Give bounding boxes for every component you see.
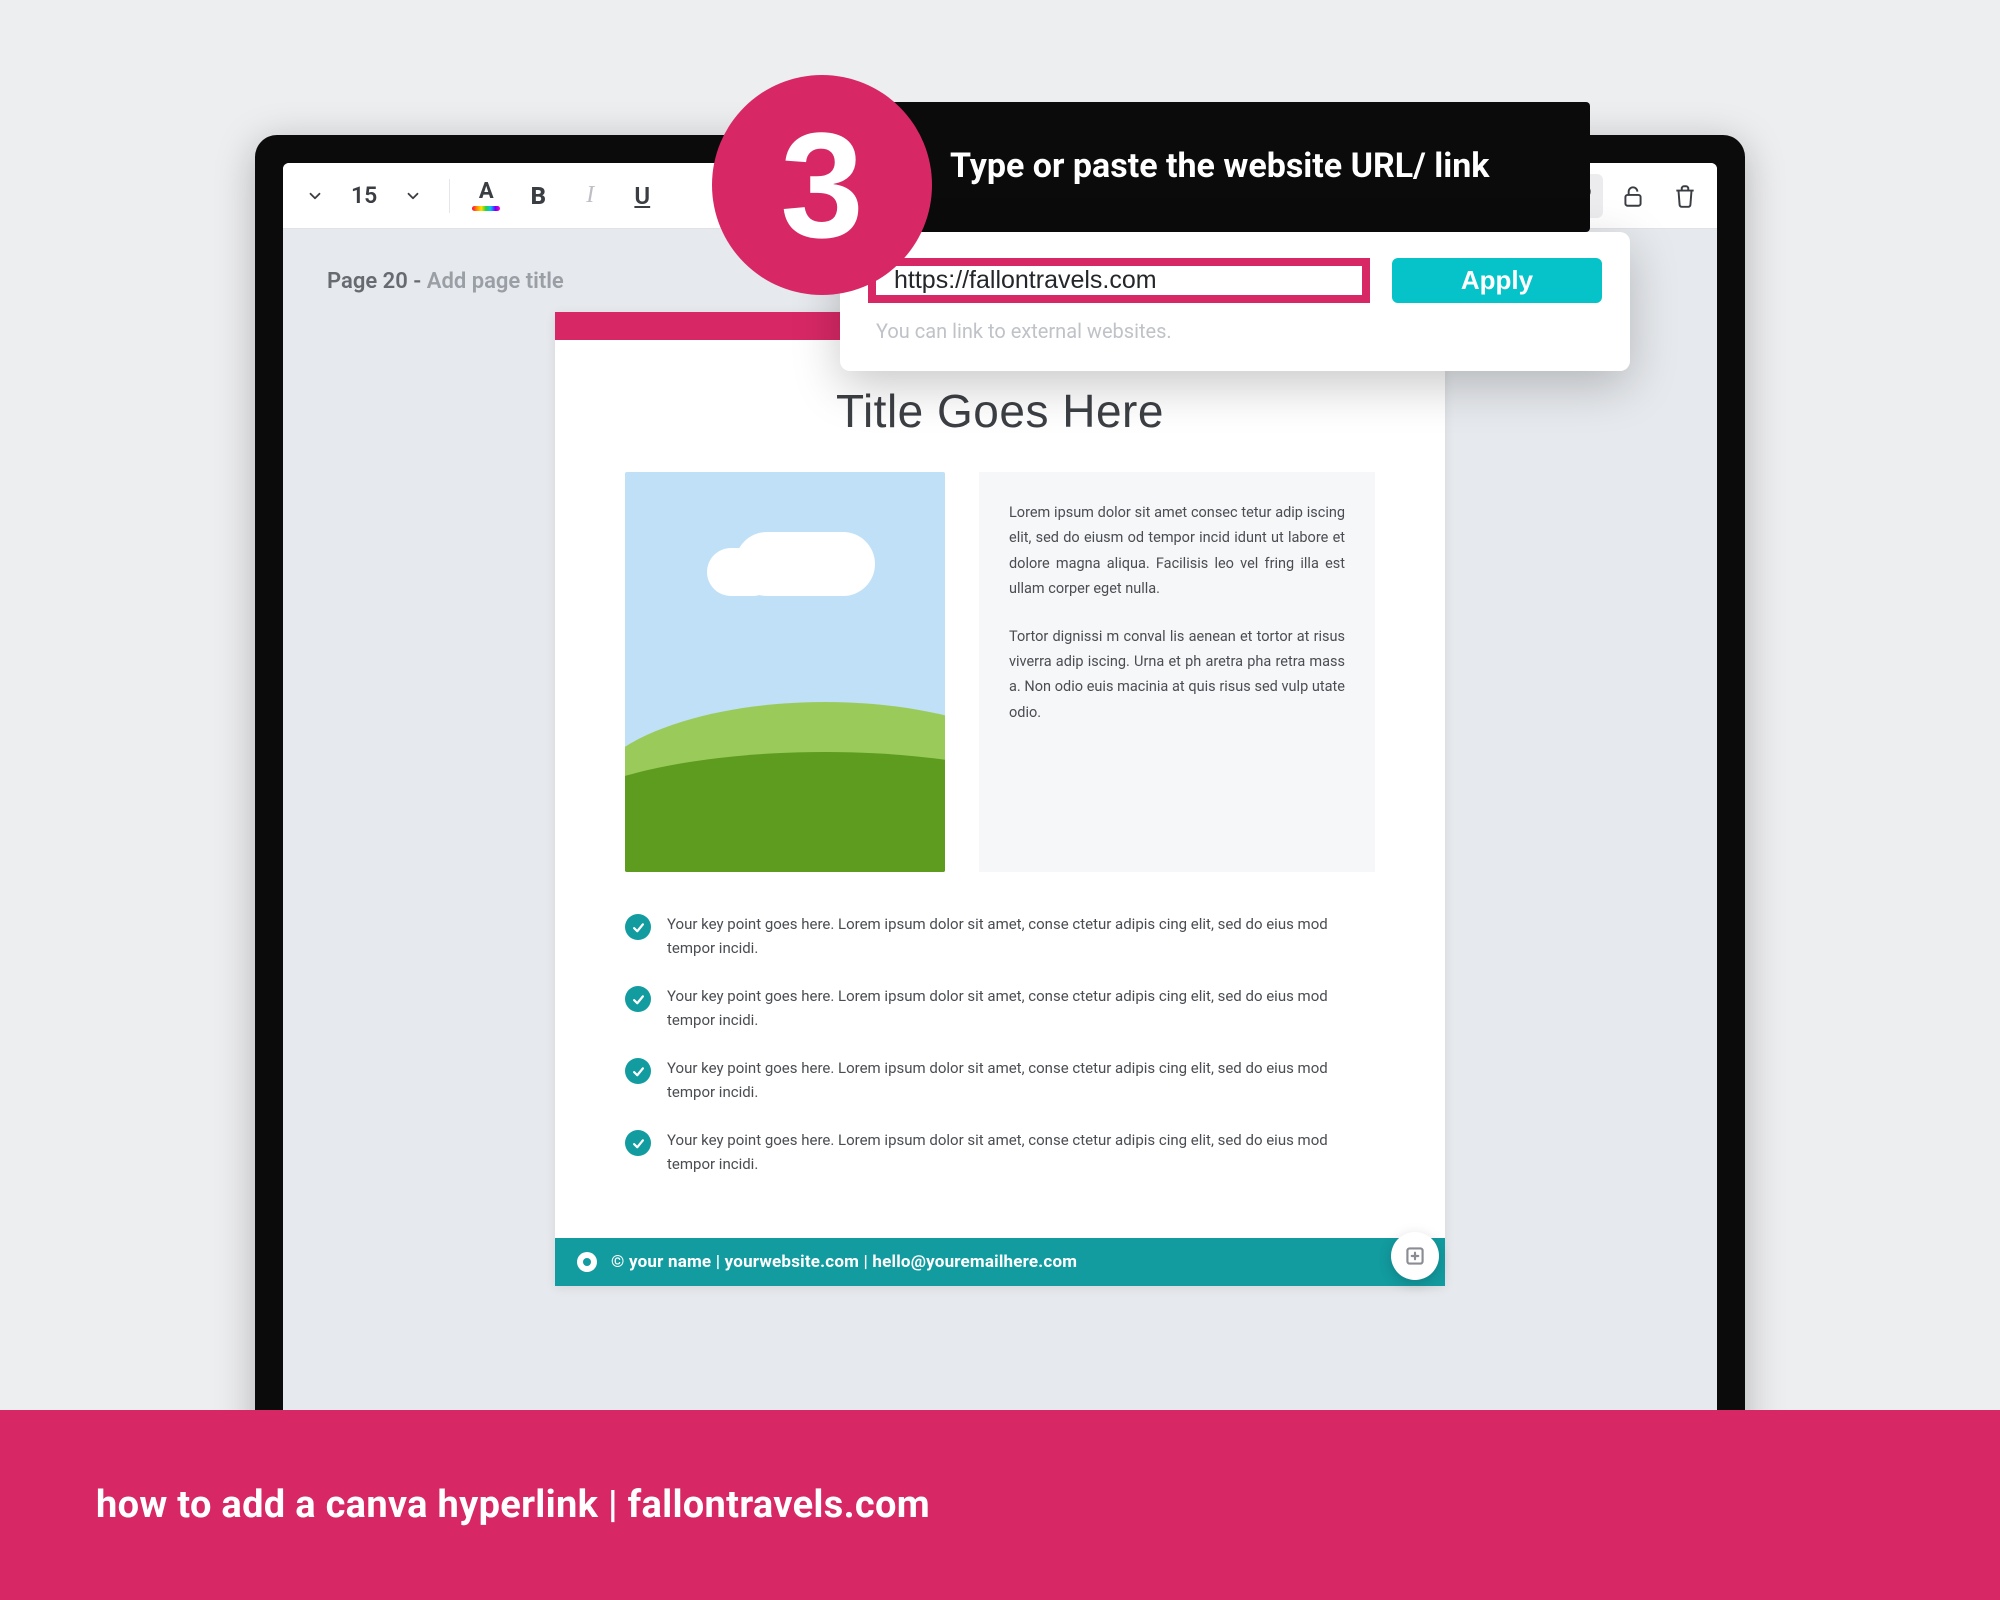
page-area: Page 20 - Add page title Title Goes Here…	[283, 229, 1717, 1286]
page-number: Page 20 -	[327, 269, 427, 294]
step-number-badge: 3	[712, 75, 932, 295]
list-item[interactable]: Your key point goes here. Lorem ipsum do…	[625, 984, 1375, 1032]
check-icon	[625, 914, 651, 940]
body-text-block[interactable]: Lorem ipsum dolor sit amet consec tetur …	[979, 472, 1375, 872]
pin-icon	[577, 1252, 597, 1272]
step-instruction-banner: Type or paste the website URL/ link	[820, 102, 1590, 232]
lock-icon[interactable]	[1611, 174, 1655, 218]
link-hint-text: You can link to external websites.	[876, 319, 1600, 343]
font-dropdown[interactable]	[293, 174, 337, 218]
text-color-button[interactable]: A	[464, 174, 508, 218]
hill-shape	[625, 752, 945, 872]
link-input-highlight	[868, 258, 1370, 303]
list-item[interactable]: Your key point goes here. Lorem ipsum do…	[625, 1056, 1375, 1104]
list-item[interactable]: Your key point goes here. Lorem ipsum do…	[625, 912, 1375, 960]
check-icon	[625, 986, 651, 1012]
step-number: 3	[780, 110, 863, 260]
bullet-text: Your key point goes here. Lorem ipsum do…	[667, 1056, 1375, 1104]
bullet-text: Your key point goes here. Lorem ipsum do…	[667, 912, 1375, 960]
separator	[449, 179, 450, 213]
link-url-input[interactable]	[894, 266, 1344, 295]
text-color-letter: A	[479, 181, 494, 203]
rainbow-swatch	[472, 206, 500, 211]
banner-text: how to add a canva hyperlink | fallontra…	[96, 1483, 930, 1527]
document-canvas[interactable]: Title Goes Here Lorem ipsum dolor sit am…	[555, 312, 1445, 1286]
page-fab[interactable]	[1391, 1232, 1439, 1280]
bold-button[interactable]: B	[516, 174, 560, 218]
image-placeholder[interactable]	[625, 472, 945, 872]
paragraph: Lorem ipsum dolor sit amet consec tetur …	[1009, 500, 1345, 602]
step-instruction-text: Type or paste the website URL/ link	[950, 144, 1489, 190]
italic-button[interactable]: I	[568, 174, 612, 218]
list-item[interactable]: Your key point goes here. Lorem ipsum do…	[625, 1128, 1375, 1176]
cloud-shape	[735, 532, 875, 596]
check-icon	[625, 1130, 651, 1156]
doc-footer[interactable]: © your name | yourwebsite.com | hello@yo…	[555, 1238, 1445, 1286]
bullet-text: Your key point goes here. Lorem ipsum do…	[667, 984, 1375, 1032]
check-icon	[625, 1058, 651, 1084]
font-size-dropdown[interactable]	[391, 174, 435, 218]
bullet-text: Your key point goes here. Lorem ipsum do…	[667, 1128, 1375, 1176]
link-popover: Apply You can link to external websites.	[840, 232, 1630, 371]
tutorial-footer-banner: how to add a canva hyperlink | fallontra…	[0, 1410, 2000, 1600]
doc-title[interactable]: Title Goes Here	[555, 384, 1445, 438]
apply-button[interactable]: Apply	[1392, 258, 1602, 303]
bullet-list: Your key point goes here. Lorem ipsum do…	[555, 872, 1445, 1220]
page-title-placeholder: Add page title	[427, 269, 564, 294]
trash-icon[interactable]	[1663, 174, 1707, 218]
paragraph: Tortor dignissi m conval lis aenean et t…	[1009, 624, 1345, 726]
underline-button[interactable]: U	[620, 174, 664, 218]
footer-text: © your name | yourwebsite.com | hello@yo…	[611, 1252, 1077, 1272]
font-size-value: 15	[345, 182, 383, 209]
two-column-row: Lorem ipsum dolor sit amet consec tetur …	[555, 472, 1445, 872]
